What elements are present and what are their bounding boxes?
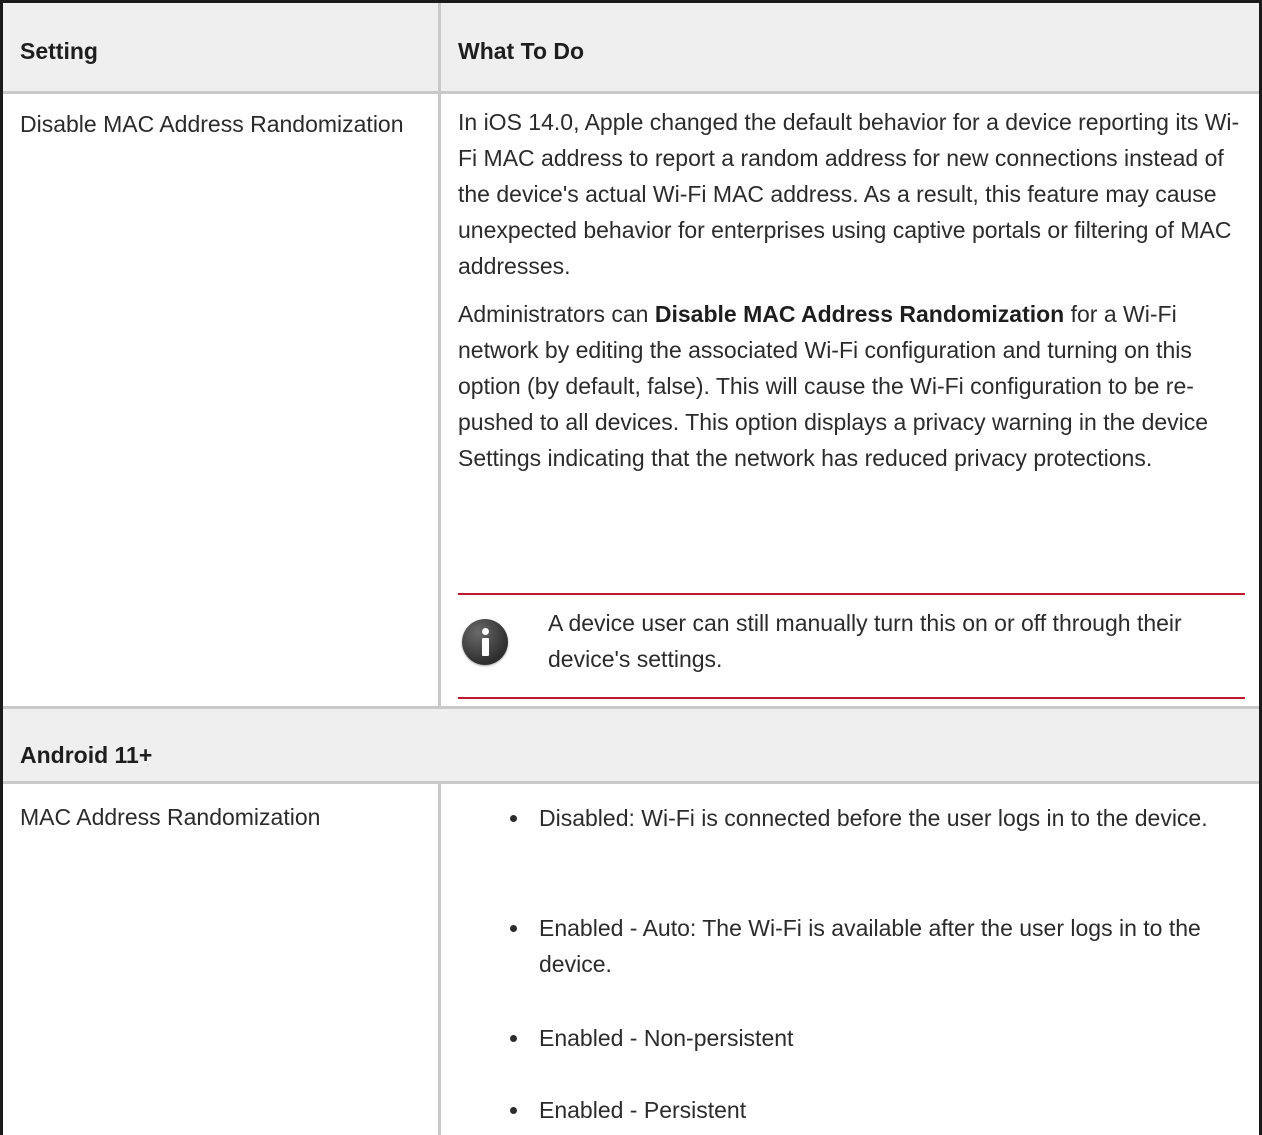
bullet-icon — [510, 1035, 517, 1042]
bold-setting-reference: Disable MAC Address Randomization — [654, 301, 1065, 327]
header-setting-label: Setting — [20, 38, 98, 64]
paragraph-text: Administrators can — [458, 301, 655, 327]
bullet-icon — [510, 925, 517, 932]
description-cell: In iOS 14.0, Apple changed the default b… — [444, 94, 1259, 706]
setting-cell: MAC Address Randomization — [3, 784, 441, 1135]
setting-name: MAC Address Randomization — [20, 804, 321, 830]
list-item-text: Enabled - Auto: The Wi-Fi is available a… — [539, 915, 1201, 977]
bullet-icon — [510, 1107, 517, 1114]
table-row: Disable MAC Address Randomization In iOS… — [3, 94, 1259, 709]
section-label: Android 11+ — [20, 742, 153, 768]
description-paragraph: Administrators can Disable MAC Address R… — [458, 296, 1248, 476]
header-cell-what-to-do: What To Do — [444, 3, 1259, 91]
note-text: A device user can still manually turn th… — [548, 610, 1182, 672]
table-header-row: Setting What To Do — [3, 3, 1259, 94]
info-icon — [462, 619, 508, 665]
section-header-row: Android 11+ — [3, 709, 1259, 784]
setting-cell: Disable MAC Address Randomization — [3, 94, 441, 706]
list-item-text: Enabled - Non-persistent — [539, 1025, 794, 1051]
table-row: MAC Address Randomization Disabled: Wi-F… — [3, 784, 1259, 1135]
header-cell-setting: Setting — [3, 3, 441, 91]
description-cell: Disabled: Wi-Fi is connected before the … — [444, 784, 1259, 1135]
settings-table: Setting What To Do Disable MAC Address R… — [0, 0, 1262, 1135]
list-item-text: Enabled - Persistent — [539, 1097, 747, 1123]
info-note: A device user can still manually turn th… — [458, 593, 1245, 699]
list-item-text: Disabled: Wi-Fi is connected before the … — [539, 805, 1208, 831]
header-what-to-do-label: What To Do — [458, 38, 585, 64]
bullet-icon — [510, 815, 517, 822]
setting-name: Disable MAC Address Randomization — [20, 111, 404, 137]
description-paragraph: In iOS 14.0, Apple changed the default b… — [458, 109, 1240, 279]
